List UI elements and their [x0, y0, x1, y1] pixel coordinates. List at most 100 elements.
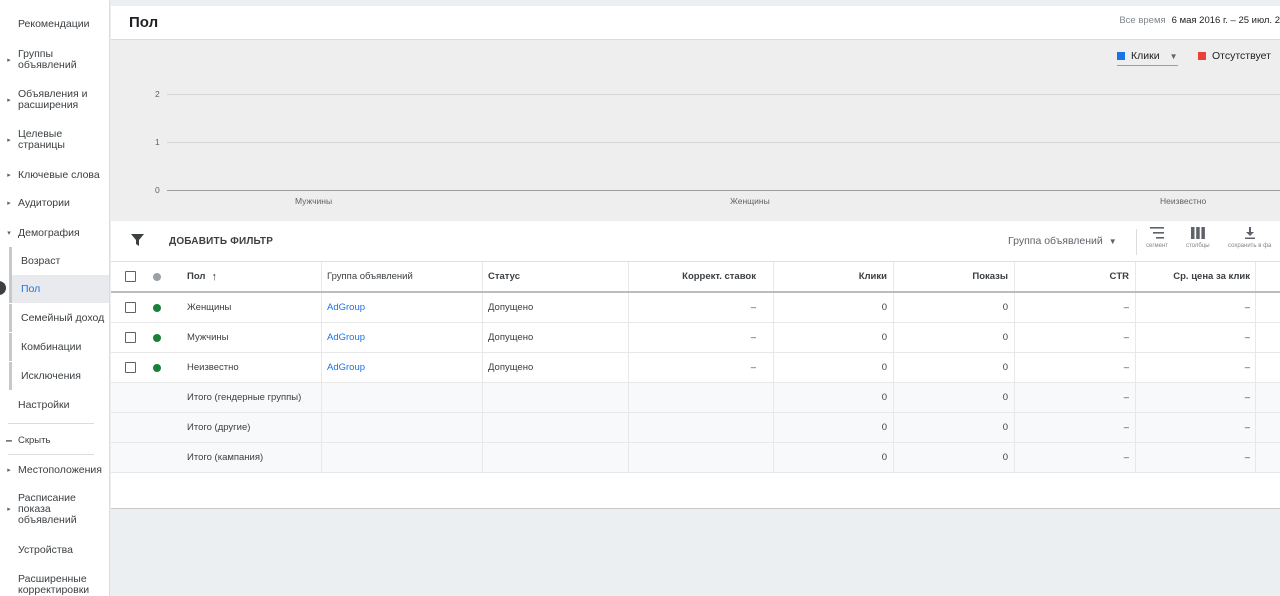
col-header-status[interactable]: Статус — [488, 262, 628, 291]
level-select-label: Группа объявлений — [1008, 235, 1103, 247]
level-select[interactable]: Группа объявлений ▼ — [1008, 235, 1117, 247]
select-all-checkbox[interactable] — [125, 271, 136, 282]
col-header-bid-adj[interactable]: Коррект. ставок — [634, 262, 756, 291]
row-checkbox[interactable] — [125, 302, 136, 313]
date-range-picker[interactable]: Все время 6 мая 2016 г. – 25 июл. 2 — [1119, 15, 1280, 26]
cell-avg-cpc: – — [1244, 392, 1250, 403]
add-filter-button[interactable]: ДОБАВИТЬ ФИЛЬТР — [169, 236, 273, 247]
cell-ctr: – — [1123, 422, 1129, 433]
columns-icon — [1190, 227, 1205, 239]
col-header-avg-cpc[interactable]: Ср. цена за клик — [1141, 262, 1250, 291]
cell-impressions: 0 — [1002, 332, 1008, 343]
sidebar-subitem-exclusions[interactable]: Исключения — [9, 362, 109, 390]
sidebar-item-ads-extensions[interactable]: ▸ Объявления и расширения — [0, 88, 109, 112]
cell-ad-group-link[interactable]: AdGroup — [327, 293, 477, 322]
cell-ctr: – — [1123, 452, 1129, 463]
y-tick-label: 2 — [155, 89, 160, 99]
row-checkbox[interactable] — [125, 332, 136, 343]
cell-status: Допущено — [488, 332, 534, 343]
caret-right-icon: ▸ — [7, 466, 11, 474]
table-total-row: Итого (гендерные группы) 0 0 – – — [111, 383, 1280, 413]
sidebar-item-audiences[interactable]: ▸ Аудитории — [0, 196, 109, 210]
sidebar-item-label: Рекомендации — [18, 17, 90, 30]
chart-baseline — [167, 190, 1280, 191]
row-checkbox[interactable] — [125, 362, 136, 373]
col-header-ctr[interactable]: CTR — [1020, 262, 1129, 291]
sidebar-item-landing-pages[interactable]: ▸ Целевые страницы — [0, 128, 109, 152]
cell-total-label: Итого (кампания) — [187, 452, 264, 463]
cell-impressions: 0 — [1002, 452, 1008, 463]
sidebar-item-keywords[interactable]: ▸ Ключевые слова — [0, 168, 109, 182]
download-label: сохранить в фа — [1228, 243, 1272, 249]
sidebar-divider — [8, 454, 94, 455]
sidebar-item-label: Возраст — [21, 255, 61, 267]
y-tick-label: 1 — [155, 137, 160, 147]
sidebar-subitem-combinations[interactable]: Комбинации — [9, 333, 109, 361]
date-range-value: 6 мая 2016 г. – 25 июл. 2 — [1171, 15, 1280, 26]
sidebar-item-locations[interactable]: ▸ Местоположения — [0, 463, 109, 477]
cell-status: Допущено — [488, 302, 534, 313]
legend-clicks[interactable]: Клики ▼ — [1117, 50, 1178, 66]
cell-total-label: Итого (другие) — [187, 422, 251, 433]
sidebar-item-demographics[interactable]: ▾ Демография — [0, 226, 109, 240]
cell-avg-cpc: – — [1244, 452, 1250, 463]
cell-clicks: 0 — [881, 302, 887, 313]
sidebar-item-label: Местоположения — [18, 463, 102, 476]
sort-arrow-up-icon: ↑ — [211, 270, 217, 283]
caret-right-icon: ▸ — [7, 505, 11, 513]
cell-avg-cpc: – — [1244, 302, 1250, 313]
sidebar-item-label: Расширенные корректировки — [18, 573, 90, 596]
legend-label: Отсутствует — [1212, 50, 1271, 62]
chart-panel: Клики ▼ Отсутствует 2 1 0 Мужчины Женщин… — [111, 41, 1280, 220]
gridline — [167, 142, 1280, 143]
legend-swatch — [1117, 52, 1125, 60]
col-header-clicks[interactable]: Клики — [779, 262, 887, 291]
gridline — [167, 94, 1280, 95]
cell-ad-group-link[interactable]: AdGroup — [327, 323, 477, 352]
table-total-row: Итого (кампания) 0 0 – – — [111, 443, 1280, 473]
sidebar-item-label: Аудитории — [18, 196, 70, 209]
sidebar-item-ad-groups[interactable]: ▸ Группы объявлений — [0, 48, 109, 72]
cell-ctr: – — [1123, 302, 1129, 313]
cell-total-label: Итого (гендерные группы) — [187, 392, 302, 403]
sidebar-subitem-age[interactable]: Возраст — [9, 247, 109, 275]
minus-icon: – — [5, 433, 13, 447]
segment-label: сегмент — [1146, 243, 1169, 249]
sidebar-hide-label: Скрыть — [18, 434, 51, 446]
sidebar-item-recommendations[interactable]: Рекомендации — [0, 17, 109, 31]
col-header-ad-group[interactable]: Группа объявлений — [327, 262, 477, 291]
status-dot-header — [153, 272, 161, 281]
table-row: Мужчины AdGroup Допущено – 0 0 – – — [111, 323, 1280, 353]
columns-button[interactable]: столбцы — [1186, 227, 1210, 249]
sidebar-hide-toggle[interactable]: – Скрыть — [0, 432, 109, 448]
sidebar-subitem-household-income[interactable]: Семейный доход — [9, 304, 109, 332]
columns-label: столбцы — [1186, 243, 1210, 249]
page-title: Пол — [129, 14, 159, 31]
cell-ctr: – — [1123, 362, 1129, 373]
sidebar-item-devices[interactable]: Устройства — [0, 543, 109, 557]
col-header-impressions[interactable]: Показы — [899, 262, 1008, 291]
sidebar-item-label: Расписание показа объявлений — [18, 491, 77, 526]
caret-right-icon: ▸ — [7, 136, 11, 144]
cell-bid-adj[interactable]: – — [634, 353, 756, 382]
caret-right-icon: ▸ — [7, 199, 11, 207]
sidebar-item-settings[interactable]: Настройки — [0, 398, 109, 412]
segment-button[interactable]: сегмент — [1146, 227, 1168, 249]
collapse-handle-icon[interactable] — [0, 281, 6, 295]
cell-avg-cpc: – — [1244, 422, 1250, 433]
cell-ctr: – — [1123, 392, 1129, 403]
cell-ad-group-link[interactable]: AdGroup — [327, 353, 477, 382]
sidebar-subitem-gender[interactable]: Пол — [9, 275, 109, 303]
status-dot — [153, 333, 161, 342]
segment-icon — [1150, 227, 1165, 239]
filter-icon[interactable] — [131, 234, 144, 249]
sidebar-item-ad-schedule[interactable]: ▸ Расписание показа объявлений — [0, 491, 109, 526]
cell-bid-adj[interactable]: – — [634, 293, 756, 322]
cell-avg-cpc: – — [1244, 332, 1250, 343]
legend-absent[interactable]: Отсутствует — [1198, 50, 1271, 62]
cell-clicks: 0 — [881, 422, 887, 433]
col-header-gender[interactable]: Пол ↑ — [187, 262, 317, 291]
download-button[interactable]: сохранить в фа — [1228, 227, 1271, 249]
sidebar-item-advanced-bid-adj[interactable]: Расширенные корректировки — [0, 573, 109, 596]
cell-bid-adj[interactable]: – — [634, 323, 756, 352]
